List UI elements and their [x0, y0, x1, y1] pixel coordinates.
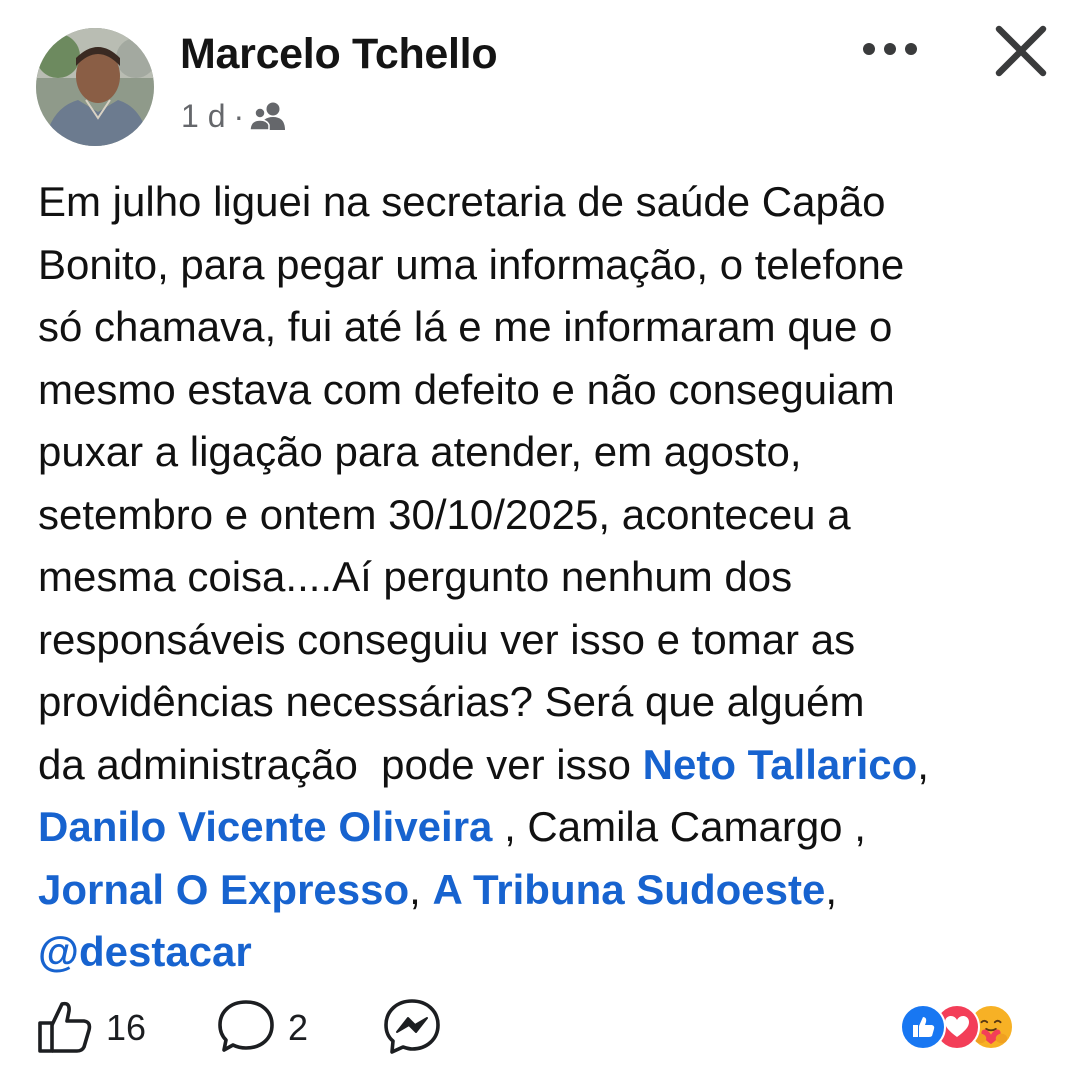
post-text-line: Bonito, para pegar uma informação, o tel…	[38, 240, 905, 288]
like-button[interactable]: 16	[36, 997, 146, 1060]
post-meta: 1 d ·	[181, 96, 286, 136]
post-text-line: da administração pode ver isso Neto Tall…	[38, 734, 1058, 797]
post-timestamp[interactable]: 1 d	[181, 98, 225, 135]
punctuation: ,	[825, 865, 837, 913]
close-button[interactable]	[986, 16, 1056, 86]
mention-destacar[interactable]: @destacar	[38, 928, 252, 975]
post-text-line: Em julho liguei na secretaria de saúde C…	[38, 178, 886, 225]
author-avatar[interactable]	[36, 28, 154, 146]
comment-count: 2	[288, 1007, 309, 1048]
punctuation: ,	[917, 740, 929, 788]
close-icon	[995, 25, 1047, 77]
post-text-line: Danilo Vicente Oliveira , Camila Camargo…	[38, 796, 1058, 859]
post-text-line: mesma coisa....Aí pergunto nenhum dos	[38, 553, 793, 600]
avatar-photo	[36, 28, 154, 146]
comment-button[interactable]: 2	[216, 997, 308, 1060]
more-dots-icon	[863, 43, 917, 55]
post-text-fragment: da administração pode ver isso	[38, 740, 643, 788]
mention-a-tribuna-sudoeste[interactable]: A Tribuna Sudoeste	[433, 866, 826, 913]
thumbs-up-icon	[36, 997, 94, 1060]
post-text-line: Jornal O Expresso, A Tribuna Sudoeste,	[38, 859, 1058, 922]
mention-danilo-vicente-oliveira[interactable]: Danilo Vicente Oliveira	[38, 803, 492, 850]
messenger-icon	[382, 996, 442, 1061]
post-actions: 16 2	[36, 996, 442, 1060]
meta-separator: ·	[233, 97, 245, 134]
post-text-line: providências necessárias? Será que algué…	[38, 678, 865, 725]
reaction-summary[interactable]	[900, 1004, 1050, 1052]
share-messenger-button[interactable]	[382, 996, 442, 1061]
mention-jornal-o-expresso[interactable]: Jornal O Expresso	[38, 866, 409, 913]
post-text-line: mesmo estava com defeito e não conseguia…	[38, 365, 895, 413]
post-text-line: setembro e ontem 30/10/2025, aconteceu a	[38, 490, 851, 538]
friends-icon	[250, 101, 286, 131]
like-reaction-icon	[900, 1004, 946, 1050]
more-options-button[interactable]	[852, 26, 928, 72]
punctuation: ,	[409, 865, 433, 913]
mention-neto-tallarico[interactable]: Neto Tallarico	[643, 741, 918, 788]
post-body: Em julho liguei na secretaria de saúde C…	[38, 171, 1058, 984]
mention-camila-camargo-text: , Camila Camargo ,	[492, 803, 866, 850]
like-count: 16	[106, 1007, 147, 1048]
post-text-line: só chamava, fui até lá e me informaram q…	[38, 303, 893, 350]
post-text-line: @destacar	[38, 921, 1058, 984]
comment-bubble-icon	[216, 997, 276, 1060]
post-text-line: responsáveis conseguiu ver isso e tomar …	[38, 615, 856, 663]
author-name[interactable]: Marcelo Tchello	[180, 30, 498, 79]
post-text-line: puxar a ligação para atender, em agosto,	[38, 428, 802, 475]
